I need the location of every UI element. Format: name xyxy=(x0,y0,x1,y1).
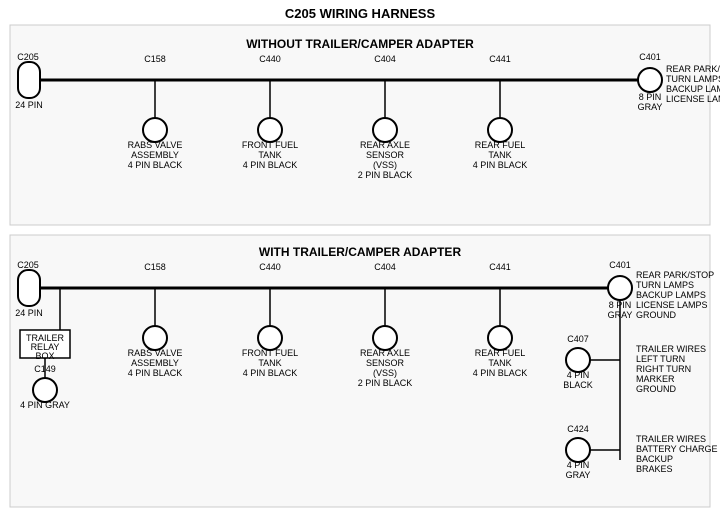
s1-c401-pin: 8 PIN xyxy=(639,92,662,102)
section1-title: WITHOUT TRAILER/CAMPER ADAPTER xyxy=(246,37,474,51)
s2-c424-id: C424 xyxy=(567,424,589,434)
s2-c401-desc1: REAR PARK/STOP xyxy=(636,270,714,280)
s2-c149-pin: 4 PIN GRAY xyxy=(20,400,70,410)
s2-c424-desc3: BACKUP xyxy=(636,454,673,464)
s1-c441-id: C441 xyxy=(489,54,511,64)
s2-c440-l2: TANK xyxy=(258,358,281,368)
s1-c205-pin: 24 PIN xyxy=(15,100,43,110)
s1-c205-label: C205 xyxy=(17,52,39,62)
s2-c158-l1: RABS VALVE xyxy=(128,348,183,358)
s2-c401-desc5: GROUND xyxy=(636,310,676,320)
s2-c424-desc4: BRAKES xyxy=(636,464,673,474)
s1-c441-l3: 4 PIN BLACK xyxy=(473,160,528,170)
s2-c149-id: C149 xyxy=(34,364,56,374)
s1-c404-id: C404 xyxy=(374,54,396,64)
s2-c401-desc4: LICENSE LAMPS xyxy=(636,300,708,310)
s2-c404-l4: 2 PIN BLACK xyxy=(358,378,413,388)
s1-c401-desc1: REAR PARK/STOP xyxy=(666,64,720,74)
s1-c401-color: GRAY xyxy=(638,102,663,112)
s2-c407-desc2: LEFT TURN xyxy=(636,354,685,364)
s2-c401-desc3: BACKUP LAMPS xyxy=(636,290,706,300)
s1-c441-l2: TANK xyxy=(488,150,511,160)
s2-c440-id: C440 xyxy=(259,262,281,272)
s1-c404-l4: 2 PIN BLACK xyxy=(358,170,413,180)
s2-c404-l2: SENSOR xyxy=(366,358,405,368)
s2-c441-l1: REAR FUEL xyxy=(475,348,526,358)
s1-c158-l1: RABS VALVE xyxy=(128,140,183,150)
s1-c440-l2: TANK xyxy=(258,150,281,160)
s2-c404-l1: REAR AXLE xyxy=(360,348,410,358)
s1-c404-l2: SENSOR xyxy=(366,150,405,160)
s2-c407-pin: 4 PIN xyxy=(567,370,590,380)
s2-c441-l3: 4 PIN BLACK xyxy=(473,368,528,378)
s1-c404-l1: REAR AXLE xyxy=(360,140,410,150)
s2-c407-color: BLACK xyxy=(563,380,593,390)
s2-c205-label: C205 xyxy=(17,260,39,270)
s2-c407-desc5: GROUND xyxy=(636,384,676,394)
s2-c158-l2: ASSEMBLY xyxy=(131,358,179,368)
s2-c424-color: GRAY xyxy=(566,470,591,480)
s2-c404-id: C404 xyxy=(374,262,396,272)
s1-c441-l1: REAR FUEL xyxy=(475,140,526,150)
s2-c407-desc4: MARKER xyxy=(636,374,675,384)
s2-c441-id: C441 xyxy=(489,262,511,272)
s2-c407-desc1: TRAILER WIRES xyxy=(636,344,706,354)
diagram-title: C205 WIRING HARNESS xyxy=(285,6,436,21)
s1-c440-id: C440 xyxy=(259,54,281,64)
s1-c401-desc4: LICENSE LAMPS xyxy=(666,94,720,104)
s1-c401-desc3: BACKUP LAMPS xyxy=(666,84,720,94)
s2-c401-label: C401 xyxy=(609,260,631,270)
wiring-diagram: C205 WIRING HARNESS WITHOUT TRAILER/CAMP… xyxy=(0,0,720,517)
s2-c401-desc2: TURN LAMPS xyxy=(636,280,694,290)
section2-title: WITH TRAILER/CAMPER ADAPTER xyxy=(259,245,462,259)
s2-c424-desc1: TRAILER WIRES xyxy=(636,434,706,444)
s2-c407-id: C407 xyxy=(567,334,589,344)
s2-c440-l3: 4 PIN BLACK xyxy=(243,368,298,378)
s1-c401-desc2: TURN LAMPS xyxy=(666,74,720,84)
s2-c407-desc3: RIGHT TURN xyxy=(636,364,691,374)
s1-c440-l1: FRONT FUEL xyxy=(242,140,298,150)
s1-c440-l3: 4 PIN BLACK xyxy=(243,160,298,170)
s1-c401-label: C401 xyxy=(639,52,661,62)
s1-c158-id: C158 xyxy=(144,54,166,64)
s2-c404-l3: (VSS) xyxy=(373,368,397,378)
s1-c158-l2: ASSEMBLY xyxy=(131,150,179,160)
s1-c158-l3: 4 PIN BLACK xyxy=(128,160,183,170)
s2-c158-id: C158 xyxy=(144,262,166,272)
s2-c441-l2: TANK xyxy=(488,358,511,368)
s2-c440-l1: FRONT FUEL xyxy=(242,348,298,358)
s2-c424-pin: 4 PIN xyxy=(567,460,590,470)
s2-c205-pin: 24 PIN xyxy=(15,308,43,318)
s2-c424-desc2: BATTERY CHARGE xyxy=(636,444,718,454)
s1-c404-l3: (VSS) xyxy=(373,160,397,170)
s2-c158-l3: 4 PIN BLACK xyxy=(128,368,183,378)
